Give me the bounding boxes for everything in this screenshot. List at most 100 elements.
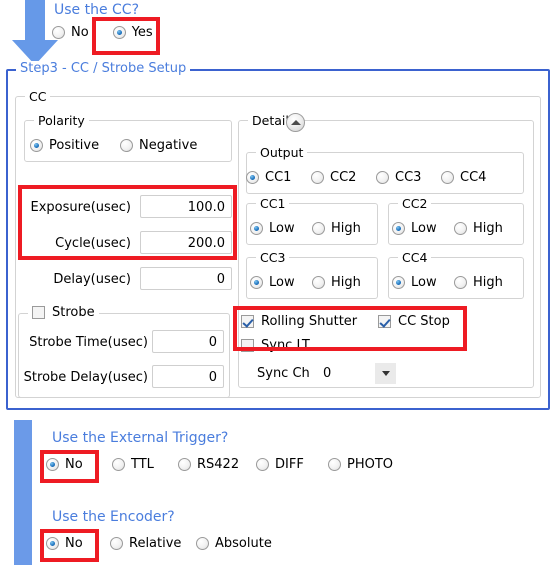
- cc2-option-low[interactable]: Low: [392, 221, 454, 236]
- radio-indicator[interactable]: [311, 171, 324, 184]
- radio-indicator[interactable]: [250, 276, 263, 289]
- sync-lt-label: Sync LT: [261, 338, 310, 353]
- radio-indicator[interactable]: [112, 458, 125, 471]
- radio-indicator[interactable]: [30, 139, 43, 152]
- cc-stop-checkbox-row[interactable]: CC Stop: [378, 314, 450, 329]
- radio-indicator[interactable]: [246, 171, 259, 184]
- radio-label: Low: [411, 275, 437, 290]
- cc-stop-checkbox[interactable]: [378, 315, 391, 328]
- radio-indicator[interactable]: [312, 276, 325, 289]
- cc2-level-radio-group[interactable]: Low High: [392, 221, 503, 236]
- radio-indicator[interactable]: [46, 537, 59, 550]
- radio-indicator[interactable]: [112, 26, 126, 39]
- radio-label: No: [65, 457, 83, 472]
- rolling-shutter-checkbox-row[interactable]: Rolling Shutter: [241, 314, 357, 329]
- radio-indicator[interactable]: [196, 537, 209, 550]
- radio-label: PHOTO: [347, 457, 394, 472]
- radio-label: CC1: [265, 170, 292, 185]
- use-cc-question-label: Use the CC?: [54, 2, 140, 18]
- cycle-input[interactable]: 200.0: [140, 231, 232, 254]
- use-cc-option-no[interactable]: No: [52, 25, 89, 40]
- external-trigger-option-rs422[interactable]: RS422: [178, 457, 256, 472]
- sync-ch-dropdown-button[interactable]: [375, 363, 396, 384]
- radio-indicator[interactable]: [328, 458, 341, 471]
- radio-label: Negative: [139, 138, 198, 153]
- radio-indicator[interactable]: [454, 276, 467, 289]
- radio-indicator[interactable]: [312, 222, 325, 235]
- strobe-time-input[interactable]: 0: [152, 330, 224, 353]
- strobe-group-header[interactable]: Strobe: [28, 305, 99, 320]
- sync-lt-checkbox[interactable]: [241, 339, 254, 352]
- radio-label: No: [71, 25, 89, 40]
- cc4-option-high[interactable]: High: [454, 275, 503, 290]
- polarity-option-negative[interactable]: Negative: [120, 138, 197, 153]
- cycle-label: Cycle(usec): [55, 236, 131, 251]
- strobe-group-title: Strobe: [52, 305, 95, 320]
- encoder-option-relative[interactable]: Relative: [110, 536, 196, 551]
- polarity-group-title: Polarity: [34, 113, 89, 128]
- radio-label: Low: [269, 221, 295, 236]
- cc1-option-high[interactable]: High: [312, 221, 361, 236]
- encoder-option-no[interactable]: No: [46, 536, 110, 551]
- output-group-title: Output: [256, 145, 308, 160]
- cc3-level-title: CC3: [256, 250, 290, 265]
- rolling-shutter-checkbox[interactable]: [241, 315, 254, 328]
- exposure-input[interactable]: 100.0: [140, 195, 232, 218]
- cc4-level-radio-group[interactable]: Low High: [392, 275, 503, 290]
- polarity-radio-group[interactable]: Positive Negative: [30, 138, 197, 153]
- radio-label: Yes: [131, 25, 153, 40]
- encoder-option-absolute[interactable]: Absolute: [196, 536, 272, 551]
- output-option-cc3[interactable]: CC3: [376, 170, 441, 185]
- delay-input[interactable]: 0: [140, 267, 232, 290]
- radio-label: High: [331, 221, 361, 236]
- use-cc-option-yes[interactable]: Yes: [112, 25, 153, 40]
- external-trigger-radio-group[interactable]: No TTL RS422 DIFF PHOTO: [46, 457, 393, 472]
- radio-indicator[interactable]: [110, 537, 123, 550]
- encoder-question-label: Use the Encoder?: [52, 509, 175, 525]
- external-trigger-option-ttl[interactable]: TTL: [112, 457, 178, 472]
- radio-indicator[interactable]: [392, 222, 405, 235]
- cc2-option-high[interactable]: High: [454, 221, 503, 236]
- sync-ch-label: Sync Ch: [257, 366, 310, 381]
- output-option-cc4[interactable]: CC4: [441, 170, 486, 185]
- radio-label: CC4: [460, 170, 487, 185]
- use-cc-radio-group[interactable]: No Yes: [52, 25, 153, 40]
- cc4-option-low[interactable]: Low: [392, 275, 454, 290]
- polarity-option-positive[interactable]: Positive: [30, 138, 120, 153]
- radio-indicator[interactable]: [250, 222, 263, 235]
- radio-label: Absolute: [215, 536, 272, 551]
- radio-label: High: [473, 275, 503, 290]
- sync-lt-checkbox-row[interactable]: Sync LT: [241, 338, 310, 353]
- radio-indicator[interactable]: [46, 458, 59, 471]
- radio-indicator[interactable]: [178, 458, 191, 471]
- strobe-delay-input[interactable]: 0: [152, 365, 224, 388]
- cc1-option-low[interactable]: Low: [250, 221, 312, 236]
- radio-indicator[interactable]: [376, 171, 389, 184]
- chevron-up-icon[interactable]: [286, 113, 305, 132]
- cc1-level-radio-group[interactable]: Low High: [250, 221, 361, 236]
- radio-indicator[interactable]: [454, 222, 467, 235]
- cc3-option-low[interactable]: Low: [250, 275, 312, 290]
- radio-indicator[interactable]: [441, 171, 454, 184]
- cc2-level-title: CC2: [398, 196, 432, 211]
- cc3-option-high[interactable]: High: [312, 275, 361, 290]
- output-option-cc1[interactable]: CC1: [246, 170, 311, 185]
- output-radio-group[interactable]: CC1 CC2 CC3 CC4: [246, 170, 486, 185]
- output-option-cc2[interactable]: CC2: [311, 170, 376, 185]
- external-trigger-option-photo[interactable]: PHOTO: [328, 457, 393, 472]
- encoder-radio-group[interactable]: No Relative Absolute: [46, 536, 272, 551]
- strobe-delay-label: Strobe Delay(usec): [23, 370, 148, 385]
- radio-indicator[interactable]: [392, 276, 405, 289]
- step3-group-title: Step3 - CC / Strobe Setup: [16, 61, 191, 76]
- radio-label: DIFF: [275, 457, 304, 472]
- external-trigger-option-diff[interactable]: DIFF: [256, 457, 328, 472]
- radio-indicator[interactable]: [256, 458, 269, 471]
- radio-label: Positive: [49, 138, 100, 153]
- external-trigger-option-no[interactable]: No: [46, 457, 112, 472]
- radio-indicator[interactable]: [120, 139, 133, 152]
- strobe-time-label: Strobe Time(usec): [29, 335, 148, 350]
- radio-label: High: [473, 221, 503, 236]
- strobe-enable-checkbox[interactable]: [32, 306, 45, 319]
- radio-indicator[interactable]: [52, 26, 65, 39]
- cc3-level-radio-group[interactable]: Low High: [250, 275, 361, 290]
